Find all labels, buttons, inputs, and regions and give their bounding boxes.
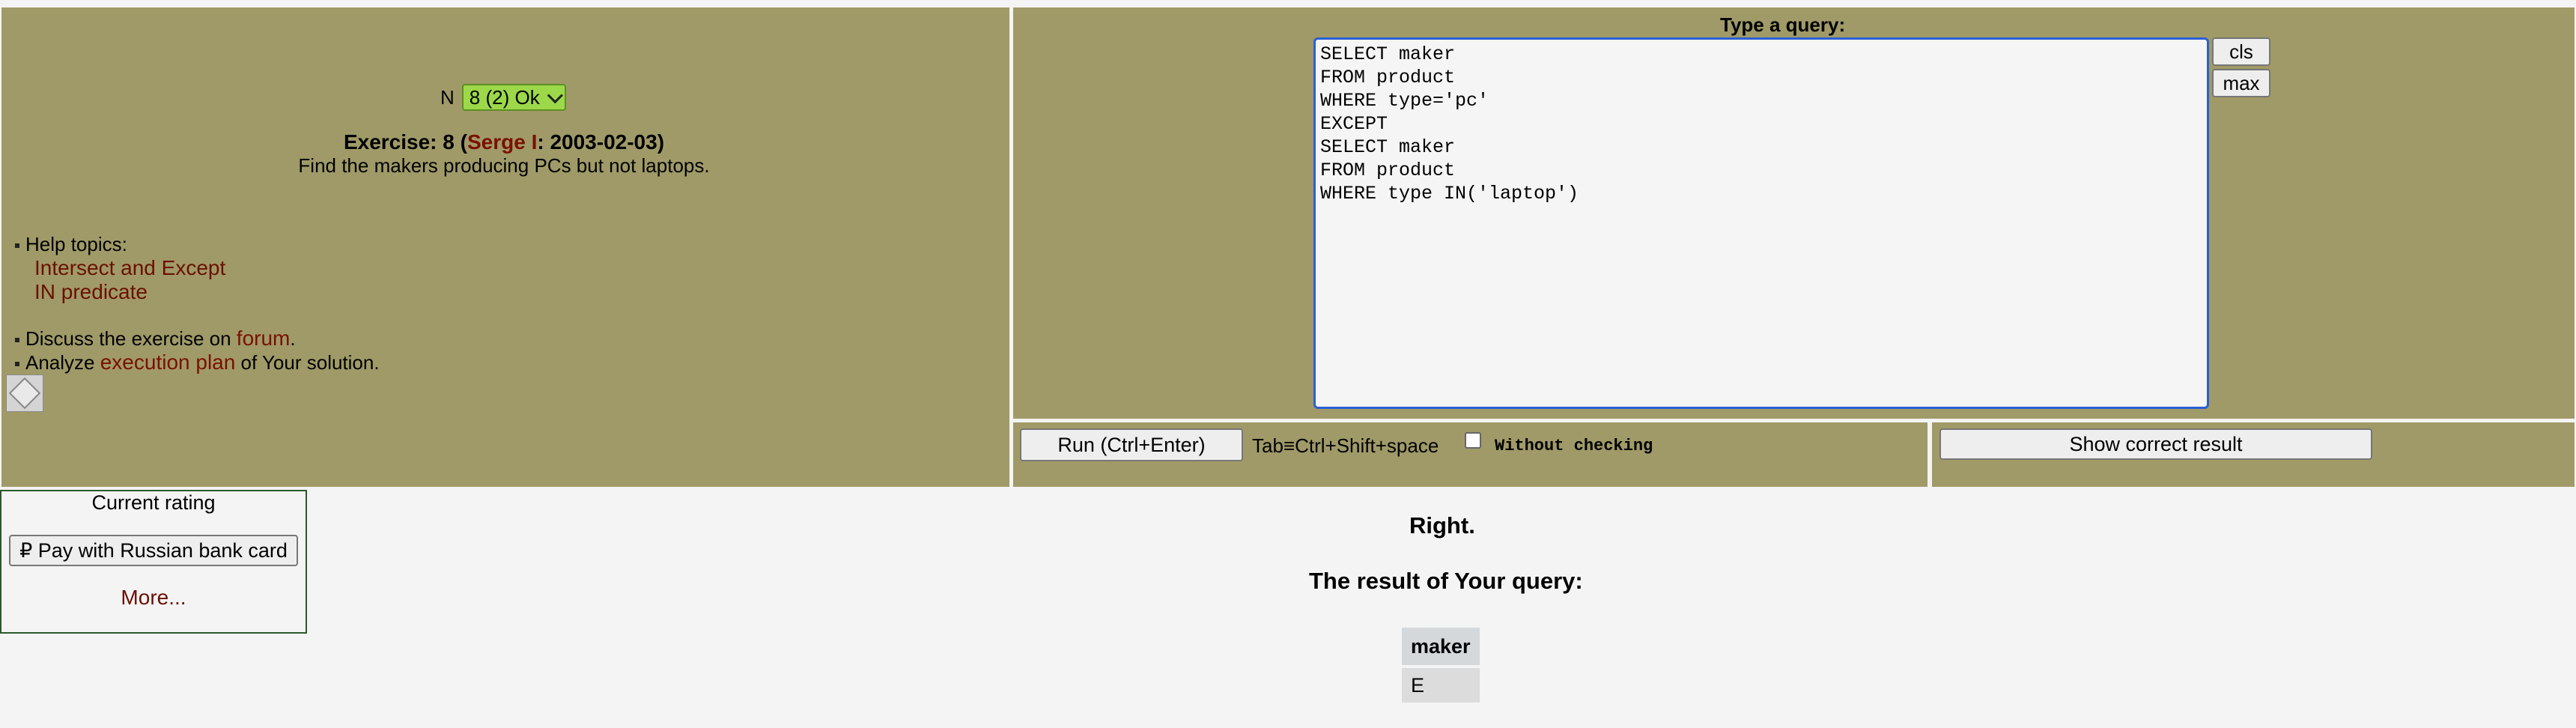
- query-editor[interactable]: SELECT maker FROM product WHERE type='pc…: [1313, 37, 2209, 409]
- n-label: N: [440, 85, 455, 109]
- bullet-icon: [15, 243, 19, 249]
- bullet-icon: [15, 338, 19, 343]
- exercise-task: Find the makers producing PCs but not la…: [298, 154, 710, 177]
- bullet-icon: [15, 362, 19, 367]
- tab-hint: Tab≡Ctrl+Shift+space: [1252, 434, 1439, 457]
- table-row: E: [1402, 665, 1480, 703]
- result-title: The result of Your query:: [1309, 568, 1583, 594]
- rating-title: Current rating: [91, 491, 216, 514]
- clear-button[interactable]: cls: [2212, 37, 2270, 66]
- column-header: maker: [1402, 628, 1480, 667]
- help-label: Help topics:: [25, 233, 127, 255]
- plan-diamond-icon[interactable]: [6, 374, 43, 412]
- without-checking-checkbox[interactable]: [1465, 432, 1481, 449]
- pay-button[interactable]: ₽ Pay with Russian bank card: [9, 535, 298, 566]
- help-link-in-predicate[interactable]: IN predicate: [15, 280, 225, 304]
- result-table: maker E: [1402, 628, 1480, 703]
- chevron-down-icon: [547, 87, 563, 103]
- help-topics: Help topics: Intersect and Except IN pre…: [15, 232, 225, 304]
- run-button[interactable]: Run (Ctrl+Enter): [1020, 428, 1243, 461]
- query-label: Type a query:: [1720, 13, 1846, 36]
- execution-plan-link[interactable]: execution plan: [100, 351, 236, 374]
- exercise-select-value: 8 (2) Ok: [469, 85, 540, 109]
- table-cell: E: [1402, 665, 1480, 703]
- maximize-button[interactable]: max: [2212, 69, 2270, 97]
- exercise-select[interactable]: 8 (2) Ok: [461, 84, 566, 111]
- show-correct-result-button[interactable]: Show correct result: [1939, 428, 2372, 460]
- help-link-intersect-except[interactable]: Intersect and Except: [15, 256, 225, 280]
- more-link[interactable]: More...: [0, 586, 307, 610]
- result-status: Right.: [1409, 512, 1475, 539]
- exercise-title: Exercise: 8 (Serge I: 2003-02-03): [343, 130, 665, 154]
- exercise-author[interactable]: Serge I: [467, 130, 537, 154]
- forum-link[interactable]: forum: [237, 327, 291, 350]
- exercise-selector-row: N 8 (2) Ok: [440, 84, 566, 111]
- discuss-block: Discuss the exercise on forum. Analyze e…: [15, 327, 380, 374]
- without-checking-label: Without checking: [1495, 437, 1653, 455]
